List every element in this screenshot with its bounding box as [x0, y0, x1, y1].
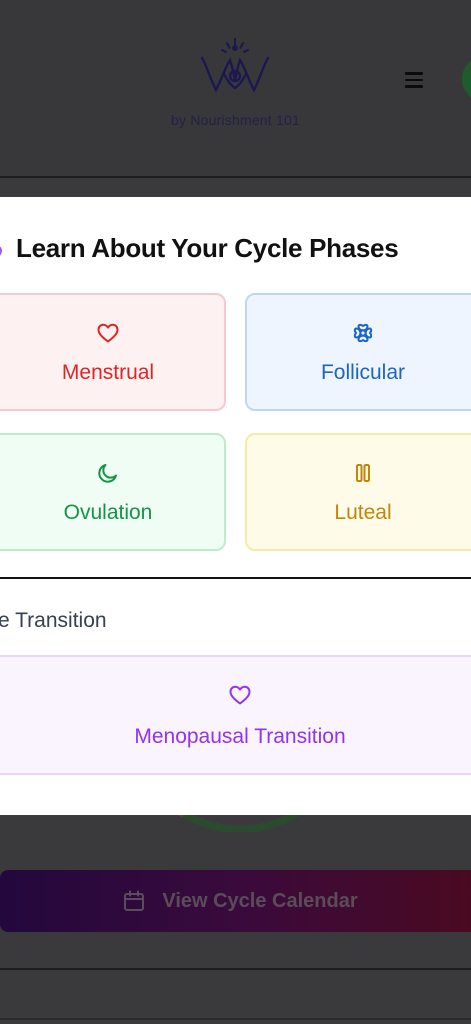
- calendar-icon: [124, 890, 145, 911]
- avatar[interactable]: [462, 56, 471, 102]
- divider: [0, 1018, 471, 1020]
- title-accent-dot: [0, 245, 2, 257]
- hamburger-menu-icon[interactable]: [400, 66, 428, 94]
- view-cycle-calendar-label: View Cycle Calendar: [162, 889, 358, 912]
- phase-card-luteal[interactable]: Luteal: [245, 433, 471, 551]
- screen: by Nourishment 101 View Cycle Calendar L…: [0, 0, 471, 1024]
- app-header: by Nourishment 101: [0, 0, 471, 178]
- phase-label-menopausal-transition: Menopausal Transition: [134, 725, 346, 748]
- lotus-w-logo-icon[interactable]: [196, 36, 274, 98]
- brand-byline: by Nourishment 101: [171, 112, 300, 128]
- cycle-phases-modal: Learn About Your Cycle Phases Menstrual …: [0, 197, 471, 815]
- divider: [0, 968, 471, 970]
- phase-label-menstrual: Menstrual: [61, 361, 155, 384]
- flower-icon: [353, 323, 373, 343]
- transition-section-label: e Transition: [0, 609, 107, 632]
- phase-label-ovulation: Ovulation: [63, 501, 153, 524]
- heart-icon: [97, 323, 119, 343]
- phase-card-ovulation[interactable]: Ovulation: [0, 433, 226, 551]
- phase-card-menstrual[interactable]: Menstrual: [0, 293, 226, 411]
- pause-icon: [356, 464, 370, 482]
- moon-icon: [98, 464, 117, 483]
- heart-icon: [229, 685, 251, 705]
- modal-title: Learn About Your Cycle Phases: [16, 233, 399, 263]
- phase-label-luteal: Luteal: [334, 501, 392, 524]
- section-divider: [0, 577, 471, 579]
- phase-label-follicular: Follicular: [320, 361, 406, 384]
- phase-card-follicular[interactable]: Follicular: [245, 293, 471, 411]
- phase-card-menopausal-transition[interactable]: Menopausal Transition: [0, 655, 471, 775]
- view-cycle-calendar-button[interactable]: View Cycle Calendar: [0, 870, 471, 932]
